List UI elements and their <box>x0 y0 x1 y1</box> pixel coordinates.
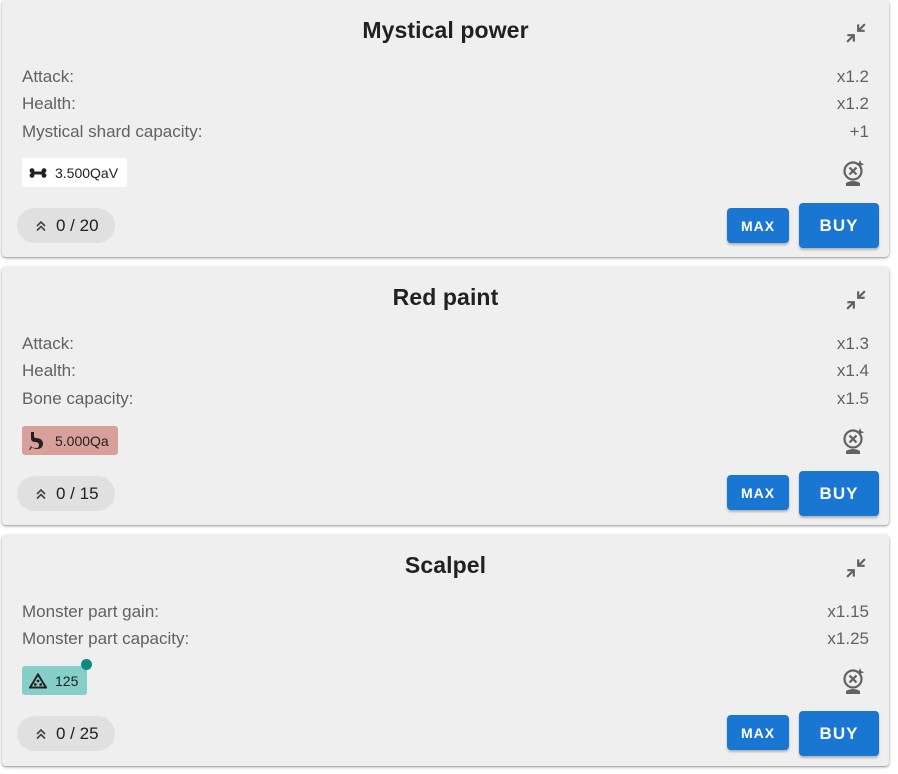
effect-value: x1.15 <box>827 601 869 621</box>
effect-label: Monster part gain: <box>22 601 160 621</box>
auto-buy-icon[interactable] <box>841 427 867 455</box>
buy-button[interactable]: BUY <box>799 203 879 248</box>
max-button[interactable]: MAX <box>727 715 789 750</box>
upgrade-card: Red paint Attack: x1.3 Health: x1.4 Bone… <box>2 267 889 525</box>
max-button[interactable]: MAX <box>727 475 789 510</box>
level-indicator: 0 / 15 <box>17 476 115 511</box>
effect-label: Health: <box>22 94 76 114</box>
buy-button[interactable]: BUY <box>799 471 879 516</box>
price-chip: 125 <box>22 659 93 695</box>
double-chevron-up-icon <box>36 220 46 231</box>
effects-list: Monster part gain: x1.15 Monster part ca… <box>22 598 869 653</box>
notification-dot <box>81 659 93 670</box>
effect-label: Attack: <box>22 333 74 353</box>
effect-label: Health: <box>22 361 76 381</box>
buy-button[interactable]: BUY <box>799 711 879 756</box>
effect-value: x1.3 <box>836 333 869 353</box>
collapse-icon[interactable] <box>843 555 869 581</box>
effects-list: Attack: x1.3 Health: x1.4 Bone capacity:… <box>22 330 869 413</box>
upgrade-card: Scalpel Monster part gain: x1.15 Monster… <box>2 535 889 766</box>
stomach-icon <box>29 431 43 450</box>
monster-part-pile-icon <box>29 672 47 688</box>
double-chevron-up-icon <box>36 488 46 499</box>
upgrade-title: Mystical power <box>362 17 529 43</box>
level-indicator: 0 / 20 <box>17 208 115 243</box>
effect-label: Mystical shard capacity: <box>22 121 203 141</box>
collapse-icon[interactable] <box>843 287 869 313</box>
upgrade-title: Red paint <box>392 284 499 310</box>
bone-icon <box>29 167 47 178</box>
price-amount: 3.500QaV <box>55 164 119 181</box>
effect-row: Health: x1.4 <box>22 358 869 386</box>
auto-buy-icon[interactable] <box>841 667 867 695</box>
effect-row: Attack: x1.3 <box>22 330 869 358</box>
effect-value: +1 <box>849 121 869 141</box>
effect-row: Bone capacity: x1.5 <box>22 385 869 413</box>
effect-label: Monster part capacity: <box>22 629 190 649</box>
level-indicator: 0 / 25 <box>17 716 115 751</box>
upgrade-title: Scalpel <box>404 552 487 578</box>
level-text: 0 / 25 <box>56 723 99 743</box>
effect-row: Monster part capacity: x1.25 <box>22 626 869 654</box>
price-amount: 5.000Qa <box>55 432 109 449</box>
level-text: 0 / 20 <box>56 215 99 235</box>
effect-value: x1.2 <box>836 94 869 114</box>
double-chevron-up-icon <box>36 728 46 739</box>
effect-label: Attack: <box>22 66 74 86</box>
auto-buy-icon[interactable] <box>841 159 867 187</box>
effect-row: Mystical shard capacity: +1 <box>22 118 869 146</box>
effect-value: x1.25 <box>827 629 869 649</box>
effect-value: x1.5 <box>836 388 869 408</box>
effect-value: x1.2 <box>836 66 869 86</box>
level-text: 0 / 15 <box>56 483 99 503</box>
max-button[interactable]: MAX <box>727 208 789 243</box>
price-chip: 5.000Qa <box>22 426 118 455</box>
effect-row: Monster part gain: x1.15 <box>22 598 869 626</box>
collapse-icon[interactable] <box>843 20 869 46</box>
effect-value: x1.4 <box>836 361 869 381</box>
price-amount: 125 <box>55 672 79 689</box>
effects-list: Attack: x1.2 Health: x1.2 Mystical shard… <box>22 63 869 146</box>
effect-label: Bone capacity: <box>22 388 134 408</box>
effect-row: Attack: x1.2 <box>22 63 869 91</box>
upgrade-card: Mystical power Attack: x1.2 Health: x1.2… <box>2 0 889 257</box>
effect-row: Health: x1.2 <box>22 91 869 119</box>
price-chip: 3.500QaV <box>22 158 128 187</box>
